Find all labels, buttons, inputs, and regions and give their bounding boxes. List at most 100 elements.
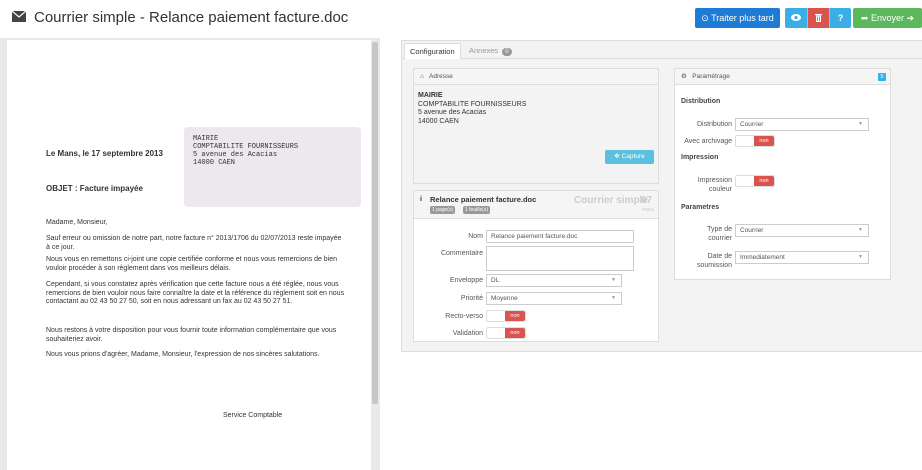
letter-object: OBJET : Facture impayée: [46, 184, 143, 193]
document-preview: Le Mans, le 17 septembre 2013 MAIRIE COM…: [0, 38, 380, 470]
send-button[interactable]: ➦ Envoyer ➔: [853, 8, 922, 28]
letter-paragraph: Nous vous en remettons ci-joint une copi…: [46, 256, 338, 272]
chevron-down-icon: ▼: [858, 254, 863, 260]
letter-date: Le Mans, le 17 septembre 2013: [46, 149, 163, 158]
recto-verso-toggle[interactable]: non: [486, 310, 526, 322]
couleur-toggle[interactable]: non: [735, 175, 775, 187]
letter-address-box: MAIRIE COMPTABILITE FOURNISSEURS 5 avenu…: [184, 127, 361, 207]
settings-panel: ⚙ Paramétrage 5 Distribution Distributio…: [674, 68, 891, 280]
letter-address-line: COMPTABILITE FOURNISSEURS: [193, 143, 299, 151]
date-day: 07: [641, 195, 653, 206]
archivage-label: Avec archivage: [684, 138, 732, 145]
clock-icon: ⊙: [701, 13, 709, 23]
letter-page: Le Mans, le 17 septembre 2013 MAIRIE COM…: [7, 40, 371, 470]
address-line: 5 avenue des Acacias: [418, 109, 487, 116]
settings-panel-title: Paramétrage: [692, 73, 730, 80]
defer-button[interactable]: ⊙ Traiter plus tard: [695, 8, 780, 28]
letter-address-line: 5 avenue des Acacias: [193, 151, 278, 159]
trash-icon: [815, 14, 822, 22]
couleur-label-line1: Impression: [697, 177, 732, 184]
distribution-label: Distribution: [696, 121, 732, 128]
tab-configuration[interactable]: Configuration: [404, 43, 461, 59]
letter-address-line: MAIRIE: [193, 135, 219, 143]
nom-input[interactable]: Relance paiement facture.doc: [486, 230, 634, 243]
impression-section-title: Impression: [681, 154, 719, 161]
document-title: Relance paiement facture.doc: [430, 195, 537, 204]
type-courrier-value: Courrier: [740, 227, 764, 234]
letter-paragraph: Nous restons à votre disposition pour vo…: [46, 327, 337, 343]
date-month: mars: [642, 207, 655, 213]
page-title: Courrier simple - Relance paiement factu…: [34, 9, 349, 26]
letter-paragraph: Nous vous prions d'agréer, Madame, Monsi…: [46, 351, 320, 358]
archivage-toggle[interactable]: non: [735, 135, 775, 147]
couleur-label-line2: couleur: [709, 186, 732, 193]
priorite-label: Priorité: [460, 295, 483, 302]
distribution-value: Courrier: [740, 121, 764, 128]
validation-toggle[interactable]: non: [486, 327, 526, 339]
toggle-state: non: [754, 176, 774, 186]
chevron-down-icon: ▼: [858, 227, 863, 233]
settings-count-badge: 5: [878, 73, 886, 81]
toggle-state: non: [505, 328, 525, 338]
date-soumission-select[interactable]: Immediatement ▼: [735, 251, 869, 264]
preview-scrollbar[interactable]: [372, 42, 378, 404]
date-label-line1: Date de: [707, 253, 732, 260]
date-soumission-value: Immediatement: [740, 254, 785, 261]
crosshair-icon: ✥: [614, 153, 620, 160]
distribution-select[interactable]: Courrier ▼: [735, 118, 869, 131]
validation-label: Validation: [452, 330, 483, 337]
address-panel-title: Adresse: [429, 73, 453, 80]
home-icon: ⌂: [420, 73, 424, 80]
chevron-down-icon: ▼: [611, 295, 616, 301]
chevron-down-icon: ▼: [858, 121, 863, 127]
letter-greeting: Madame, Monsieur,: [46, 219, 108, 226]
capture-button[interactable]: ✥ Capture: [605, 150, 654, 164]
parametres-section-title: Parametres: [681, 204, 720, 211]
letter-paragraph: Cependant, si vous constatez après vérif…: [46, 281, 345, 305]
address-line: 14000 CAEN: [418, 117, 459, 125]
letter-address-line: 14000 CAEN: [193, 159, 236, 167]
capture-label: Capture: [621, 153, 645, 160]
tab-bar: Configuration Annexes 0: [402, 41, 922, 59]
nom-label: Nom: [468, 233, 483, 240]
type-label-line2: courrier: [708, 235, 732, 242]
share-icon: ➦: [860, 13, 869, 23]
delete-button[interactable]: [808, 8, 829, 28]
date-label-line2: soumission: [696, 262, 732, 269]
envelope-icon: [12, 11, 26, 22]
header-bar: Courrier simple - Relance paiement factu…: [0, 0, 922, 36]
enveloppe-value: DL: [491, 277, 500, 284]
annexes-count-badge: 0: [502, 48, 512, 56]
enveloppe-select[interactable]: DL ▼: [486, 274, 622, 287]
type-courrier-select[interactable]: Courrier ▼: [735, 224, 869, 237]
document-panel-header: i Relance paiement facture.doc 1 page(s)…: [414, 191, 658, 219]
toggle-state: non: [754, 136, 774, 146]
enveloppe-label: Enveloppe: [449, 277, 483, 284]
priorite-value: Moyenne: [491, 295, 518, 302]
info-icon: i: [420, 196, 422, 203]
address-panel: ⌂ Adresse MAIRIE COMPTABILITE FOURNISSEU…: [413, 68, 659, 184]
tab-annexes[interactable]: Annexes 0: [464, 43, 517, 59]
mailing-mode: Courrier simple: [574, 195, 648, 206]
commentaire-label: Commentaire: [440, 250, 483, 257]
gear-icon: ⚙: [681, 73, 687, 80]
pages-badge: 1 page(s): [430, 206, 456, 214]
distribution-section-title: Distribution: [681, 98, 721, 105]
recto-verso-label: Recto-verso: [445, 313, 483, 320]
letter-paragraph: Sauf erreur ou omission de notre part, n…: [46, 235, 342, 251]
action-button-group: ?: [785, 8, 851, 28]
help-button[interactable]: ?: [830, 8, 851, 28]
sheets-badge: 1 feuille(s): [463, 206, 491, 214]
preview-button[interactable]: [785, 8, 807, 28]
type-label-line1: Type de: [707, 226, 732, 233]
arrow-right-icon: ➔: [906, 13, 915, 23]
toggle-state: non: [505, 311, 525, 321]
letter-signature: Service Comptable: [223, 412, 283, 419]
address-line: MAIRIE: [418, 92, 443, 99]
defer-label: Traiter plus tard: [711, 13, 774, 23]
settings-pane: Configuration Annexes 0 ⌂ Adresse MAIRIE…: [401, 40, 922, 352]
settings-panel-header: ⚙ Paramétrage: [675, 69, 890, 85]
document-panel: i Relance paiement facture.doc 1 page(s)…: [413, 190, 659, 342]
priorite-select[interactable]: Moyenne ▼: [486, 292, 622, 305]
commentaire-textarea[interactable]: [486, 246, 634, 271]
